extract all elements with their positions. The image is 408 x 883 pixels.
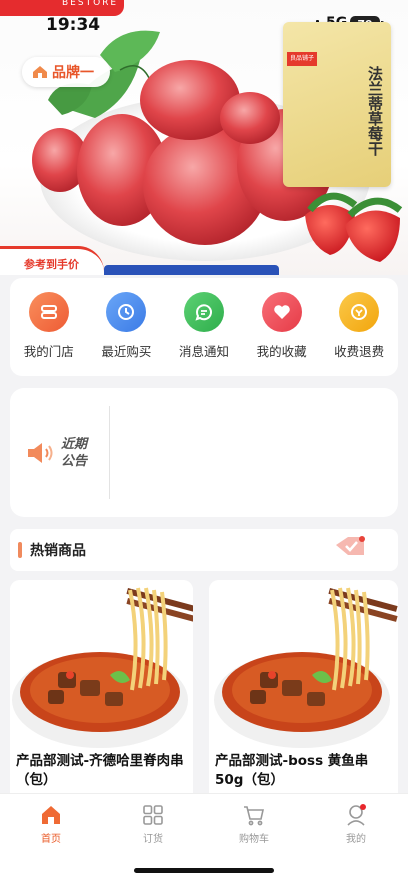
tab-cart-label: 购物车 (239, 834, 269, 845)
hot-products-title: 热销商品 (30, 543, 86, 559)
product-title: 产品部测试-齐德哈里脊肉串（包） (16, 753, 184, 788)
promo-band (104, 265, 279, 275)
home-indicator (134, 868, 274, 873)
nav-favorites-label: 我的收藏 (256, 344, 307, 359)
heart-icon (261, 292, 302, 332)
notice-title: 近期公告 (61, 437, 88, 469)
notice-divider (109, 406, 110, 499)
quick-nav: 我的门店 最近购买 消息通知 我的收藏 收费退费 (10, 278, 398, 376)
reference-price-label: 参考到手价 (24, 258, 79, 271)
nav-refund[interactable]: 收费退费 (323, 292, 395, 376)
tab-cart[interactable]: 购物车 (219, 803, 289, 845)
store-icon (28, 292, 69, 332)
nav-favorites[interactable]: 我的收藏 (246, 292, 318, 376)
nav-my-store[interactable]: 我的门店 (13, 292, 85, 376)
nav-recent-purchase-label: 最近购买 (101, 344, 152, 359)
clock-icon (106, 292, 147, 332)
home-icon (42, 806, 60, 824)
speaker-icon (28, 443, 53, 463)
refund-icon (339, 292, 380, 332)
package-text: 法兰蒂草莓干 (366, 66, 384, 156)
package-brand: 良品铺子 (287, 52, 317, 66)
nav-my-store-label: 我的门店 (23, 344, 74, 359)
product-card[interactable]: 产品部测试-boss 黄鱼串50g（包） (209, 580, 398, 805)
tag-icon (336, 536, 365, 555)
hot-products-header: 热销商品 (10, 529, 398, 571)
tab-home[interactable]: 首页 (16, 803, 86, 845)
nav-notifications-label: 消息通知 (178, 344, 229, 359)
brand-selector[interactable]: 品牌一 (22, 57, 110, 87)
hero-banner[interactable]: BESTORE 19:34 5G 79 (0, 0, 408, 275)
store-home-icon (33, 66, 47, 78)
product-card[interactable]: 产品部测试-齐德哈里脊肉串（包） (10, 580, 193, 805)
nav-refund-label: 收费退费 (334, 344, 385, 359)
tab-home-label: 首页 (41, 834, 61, 845)
product-image (209, 580, 398, 750)
product-image (10, 580, 193, 750)
tab-order[interactable]: 订货 (118, 803, 188, 845)
tab-mine[interactable]: 我的 (321, 803, 391, 845)
cart-icon (244, 806, 264, 826)
grid-icon (143, 805, 163, 825)
product-package-image: 良品铺子 法兰蒂草莓干 (283, 22, 391, 187)
product-title: 产品部测试-boss 黄鱼串50g（包） (215, 753, 369, 788)
reference-price-badge: 参考到手价 (0, 246, 104, 275)
tab-mine-label: 我的 (346, 834, 366, 845)
section-marker (18, 542, 22, 558)
brand-selector-label: 品牌一 (52, 65, 94, 81)
tab-order-label: 订货 (143, 834, 163, 845)
notice-card[interactable]: 近期公告 (10, 388, 398, 517)
user-icon (347, 804, 366, 826)
nav-notifications[interactable]: 消息通知 (168, 292, 240, 376)
nav-recent-purchase[interactable]: 最近购买 (90, 292, 162, 376)
message-icon (183, 292, 224, 332)
